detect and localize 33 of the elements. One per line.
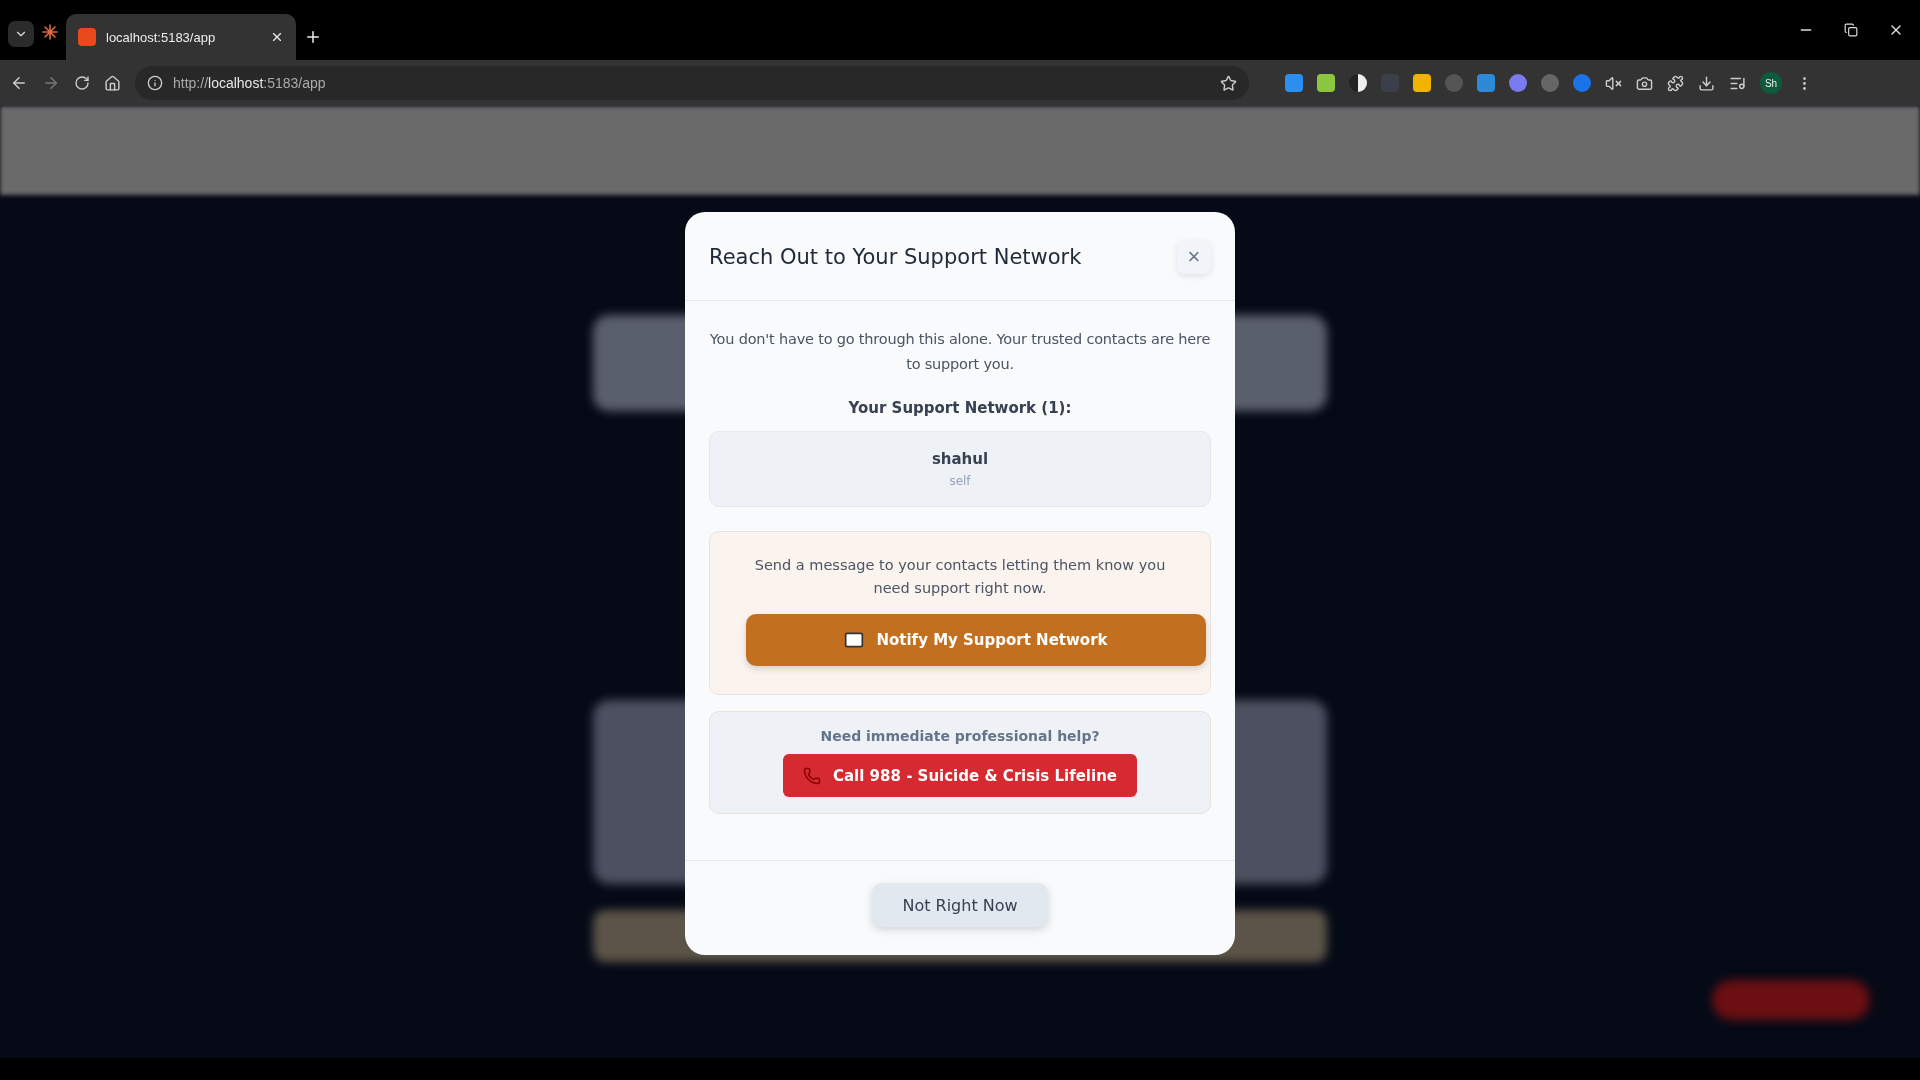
notify-button[interactable]: Notify My Support Network bbox=[746, 614, 1206, 666]
contact-name: shahul bbox=[931, 450, 989, 468]
call-button[interactable]: Call 988 - Suicide & Crisis Lifeline bbox=[783, 754, 1137, 797]
dialog-title: Reach Out to Your Support Network bbox=[709, 245, 1082, 269]
restore-icon[interactable] bbox=[1844, 22, 1858, 38]
contrast-icon[interactable] bbox=[1349, 74, 1367, 92]
envelope-icon bbox=[844, 630, 865, 650]
mute-icon[interactable] bbox=[1605, 74, 1622, 92]
home-icon[interactable] bbox=[104, 74, 121, 92]
contact-relation: self bbox=[949, 474, 971, 488]
burst-icon[interactable] bbox=[42, 24, 58, 40]
notify-text: Send a message to your contacts letting them know you need support right now. bbox=[753, 556, 1167, 598]
tab-list-button[interactable] bbox=[8, 21, 34, 47]
browser-tab[interactable]: localhost:5183/app bbox=[66, 14, 296, 60]
download-icon[interactable] bbox=[1698, 74, 1715, 92]
network-heading: Your Support Network (1): bbox=[847, 399, 1073, 417]
profile-avatar[interactable]: Sh bbox=[1760, 72, 1782, 94]
forward-icon[interactable] bbox=[42, 74, 60, 92]
extensions-icon[interactable] bbox=[1667, 74, 1684, 92]
info-icon[interactable] bbox=[147, 75, 163, 91]
star-icon[interactable] bbox=[1220, 74, 1237, 92]
camera-icon[interactable] bbox=[1636, 74, 1653, 92]
reload-icon[interactable] bbox=[74, 75, 90, 91]
back-icon[interactable] bbox=[10, 74, 28, 92]
help-text: Need immediate professional help? bbox=[820, 728, 1100, 744]
site-icon bbox=[78, 28, 96, 46]
close-icon[interactable] bbox=[270, 30, 284, 44]
phone-icon bbox=[803, 766, 821, 785]
close-button[interactable]: × bbox=[1177, 240, 1211, 274]
address-bar[interactable]: http://localhost:5183/app bbox=[135, 66, 1249, 100]
intro-text: You don't have to go through this alone. Your trusted contacts are here to support you. bbox=[709, 330, 1211, 374]
dismiss-button[interactable]: Not Right Now bbox=[872, 883, 1048, 927]
new-tab-icon[interactable] bbox=[304, 28, 322, 46]
